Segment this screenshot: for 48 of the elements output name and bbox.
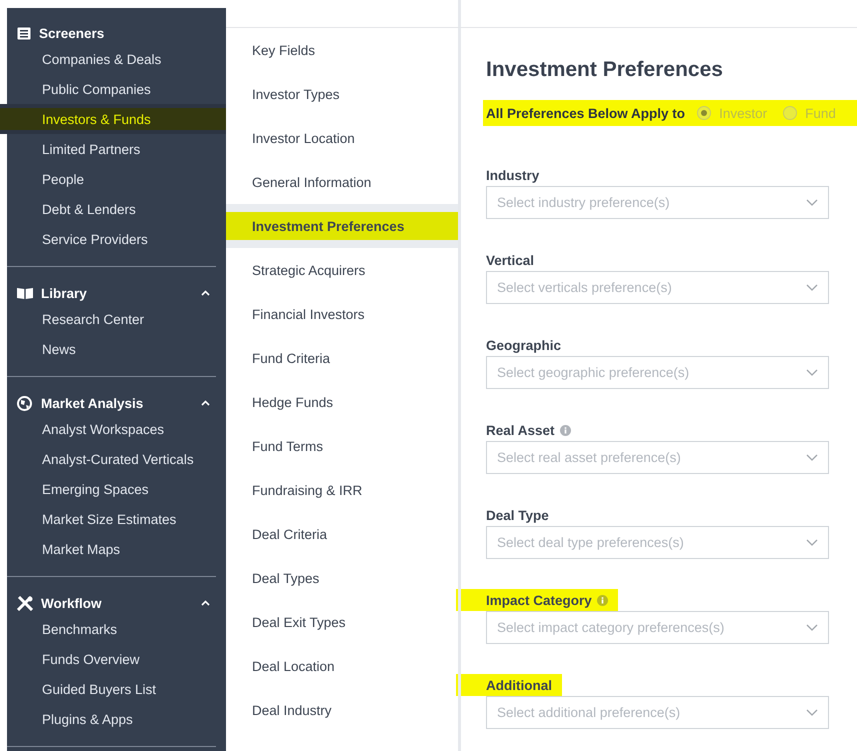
section-nav-item[interactable]: Deal Industry: [226, 688, 458, 732]
section-nav-item[interactable]: Fund Terms: [226, 424, 458, 468]
section-nav-item[interactable]: Deal Location: [226, 644, 458, 688]
field-label: Real Asset: [486, 419, 571, 441]
page-title: Investment Preferences: [486, 58, 724, 83]
caret-icon[interactable]: [201, 290, 210, 296]
sidebar-heading[interactable]: Workflow: [41, 596, 201, 610]
field-label: Additional: [456, 674, 562, 696]
section-nav-item[interactable]: Deal Exit Types: [226, 600, 458, 644]
globe-icon: [17, 396, 33, 410]
section-nav-item[interactable]: Investor Types: [226, 72, 458, 116]
radio-button[interactable]: [697, 106, 712, 120]
field-label: Industry: [486, 166, 540, 185]
section-nav-item[interactable]: Fund Criteria: [226, 336, 458, 380]
chevron-down-icon: [806, 284, 818, 291]
section-nav-item[interactable]: Strategic Acquirers: [226, 248, 458, 292]
field-label: Impact Category: [456, 589, 618, 611]
section-nav-item[interactable]: Key Fields: [226, 28, 458, 72]
section-nav-item[interactable]: Investor Location: [226, 116, 458, 160]
field-label: Vertical: [486, 252, 534, 270]
sidebar-heading[interactable]: Market Analysis: [41, 396, 201, 410]
section-nav-item[interactable]: Financial Investors: [226, 292, 458, 336]
section-nav-item[interactable]: Hedge Funds: [226, 380, 458, 424]
chevron-down-icon: [806, 199, 818, 206]
field-label: Deal Type: [486, 506, 549, 525]
section-nav-item[interactable]: General Information: [226, 160, 458, 204]
caret-icon[interactable]: [201, 600, 210, 606]
section-nav-item[interactable]: Investment Preferences: [226, 204, 458, 248]
radio-button[interactable]: [783, 106, 798, 120]
sidebar-heading[interactable]: Library: [41, 286, 201, 300]
apply-to-label: All Preferences Below Apply to: [486, 106, 686, 120]
section-nav-item[interactable]: Deal Criteria: [226, 512, 458, 556]
chevron-down-icon: [806, 709, 818, 716]
sidebar-item[interactable]: Investors & Funds: [0, 104, 226, 134]
caret-icon[interactable]: [201, 400, 210, 406]
book-icon: [17, 287, 33, 299]
section-nav-item[interactable]: Deal Types: [226, 556, 458, 600]
chevron-down-icon: [806, 369, 818, 376]
chevron-down-icon: [806, 454, 818, 461]
section-nav-item[interactable]: Fundraising & IRR: [226, 468, 458, 512]
chevron-down-icon: [806, 539, 818, 546]
list-icon: [17, 26, 31, 40]
tools-icon: [17, 596, 33, 610]
field-label: Geographic: [486, 336, 562, 355]
sidebar-heading[interactable]: Screeners: [39, 26, 216, 40]
chevron-down-icon: [806, 624, 818, 631]
info-icon[interactable]: [560, 424, 571, 436]
info-icon[interactable]: [596, 594, 608, 606]
